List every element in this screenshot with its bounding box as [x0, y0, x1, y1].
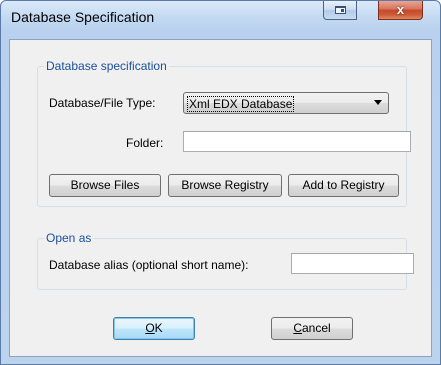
database-alias-input[interactable]: [291, 253, 414, 274]
close-icon: x: [396, 2, 405, 17]
add-to-registry-button[interactable]: Add to Registry: [288, 174, 399, 197]
cancel-button[interactable]: Cancel: [271, 317, 353, 340]
cancel-label-rest: ancel: [301, 321, 331, 335]
database-file-type-select[interactable]: Xml EDX Database: [183, 92, 389, 114]
restore-button[interactable]: [323, 1, 357, 20]
folder-label: Folder:: [126, 136, 164, 150]
ok-mnemonic: O: [145, 321, 155, 335]
window-title: Database Specification: [11, 9, 155, 25]
ok-label-rest: K: [154, 321, 163, 335]
dialog-window: Database Specification x Database specif…: [0, 0, 441, 365]
database-file-type-value: Xml EDX Database: [187, 96, 295, 112]
open-as-group: Open as Database alias (optional short n…: [37, 231, 414, 290]
database-file-type-label: Database/File Type:: [49, 96, 156, 110]
ok-button[interactable]: OK: [113, 317, 195, 340]
chevron-down-icon[interactable]: [374, 100, 382, 105]
dialog-client-area: Database specification Database/File Typ…: [9, 39, 432, 357]
open-as-legend: Open as: [44, 231, 94, 245]
close-button[interactable]: x: [378, 1, 423, 20]
folder-input[interactable]: [183, 131, 411, 152]
browse-files-button[interactable]: Browse Files: [49, 174, 161, 197]
database-specification-legend: Database specification: [44, 59, 169, 73]
cancel-mnemonic: C: [293, 321, 302, 335]
restore-icon: [335, 6, 346, 14]
database-alias-label: Database alias (optional short name):: [49, 258, 249, 272]
database-specification-group: Database specification Database/File Typ…: [37, 59, 411, 207]
browse-registry-button[interactable]: Browse Registry: [168, 174, 282, 197]
title-bar[interactable]: Database Specification x: [1, 1, 440, 31]
